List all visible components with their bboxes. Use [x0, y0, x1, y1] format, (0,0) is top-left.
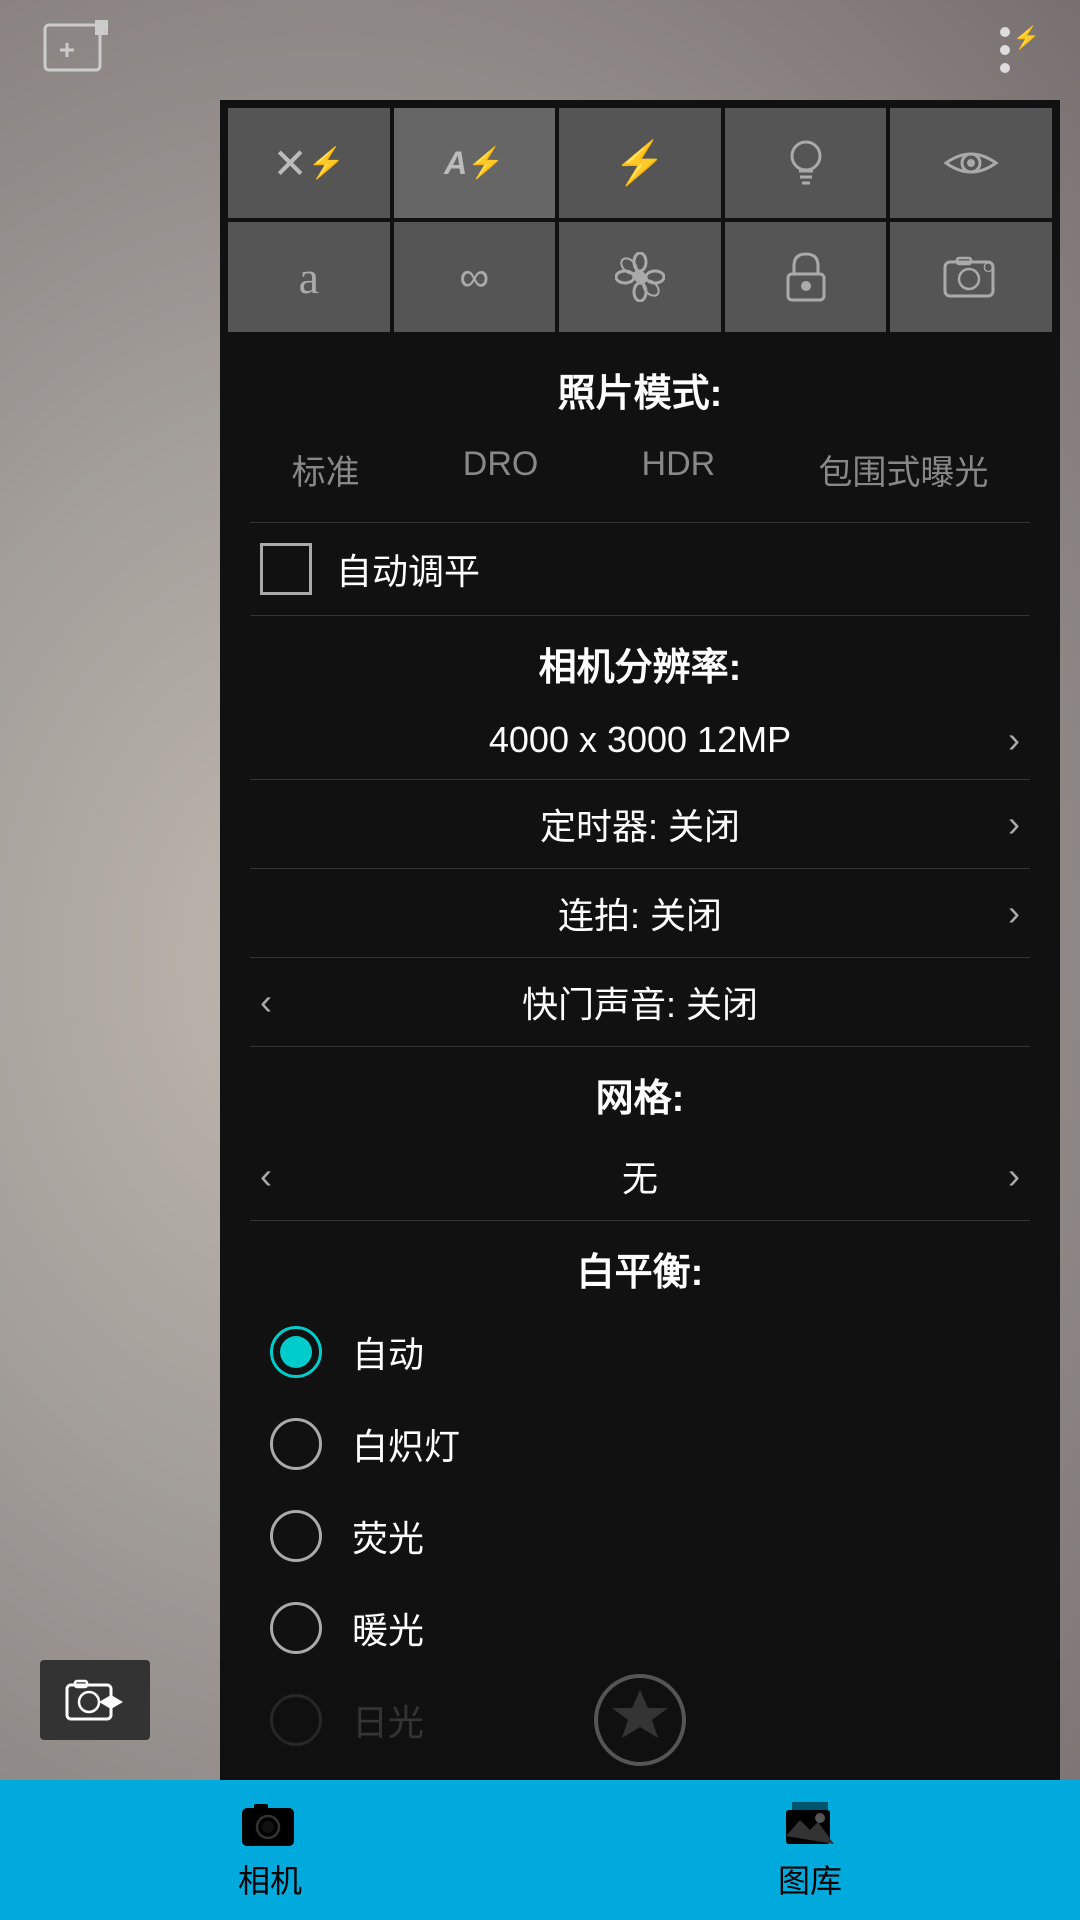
gallery-tab-icon: [782, 1798, 838, 1850]
wb-auto-radio-inner: [280, 1336, 312, 1368]
top-bar: ⚡: [0, 0, 1080, 100]
timer-arrow-right-icon: ›: [1008, 803, 1020, 845]
auto-level-checkbox[interactable]: [260, 543, 312, 595]
burst-row[interactable]: 连拍: 关闭 ›: [220, 869, 1060, 957]
mode-hdr[interactable]: HDR: [626, 437, 732, 502]
wb-incandescent-row[interactable]: 白炽灯: [220, 1398, 1060, 1490]
lightning-badge-icon: ⚡: [1013, 25, 1040, 51]
letter-a-icon: a: [299, 251, 319, 304]
wb-warm-radio[interactable]: [270, 1602, 322, 1654]
menu-dots-button[interactable]: ⚡: [970, 15, 1040, 85]
shutter-sound-row[interactable]: ‹ 快门声音: 关闭: [220, 958, 1060, 1046]
mode-standard[interactable]: 标准: [276, 437, 376, 502]
photo-mode-title: 照片模式:: [220, 332, 1060, 437]
timer-value: 定时器: 关闭: [260, 798, 1020, 850]
gallery-tab-label: 图库: [778, 1856, 842, 1902]
grid-row[interactable]: ‹ 无 ›: [220, 1132, 1060, 1220]
left-panel: [40, 1660, 150, 1740]
camera-c-button[interactable]: C: [890, 222, 1052, 332]
grid-arrow-left-icon[interactable]: ‹: [260, 1155, 272, 1197]
wb-title: 白平衡:: [220, 1221, 1060, 1306]
resolution-value: 4000 x 3000 12MP: [260, 719, 1020, 761]
wb-incandescent-label: 白炽灯: [352, 1418, 460, 1470]
photo-mode-options: 标准 DRO HDR 包围式曝光: [220, 437, 1060, 522]
wb-fluorescent-label: 荧光: [352, 1510, 424, 1562]
add-photo-button[interactable]: [40, 15, 110, 85]
wb-auto-label: 自动: [352, 1326, 424, 1378]
eye-icon: [941, 143, 1001, 183]
mode-bracket[interactable]: 包围式曝光: [802, 437, 1004, 502]
grid-title: 网格:: [220, 1047, 1060, 1132]
camera-tab-icon: [240, 1798, 300, 1850]
lock-icon: [784, 250, 828, 304]
icon-grid-row2: a ∞: [220, 218, 1060, 332]
lock-button[interactable]: [725, 222, 887, 332]
settings-panel: ✕ ⚡ A ⚡ ⚡: [220, 100, 1060, 1780]
mode-dro[interactable]: DRO: [447, 437, 555, 502]
shutter-sound-value: 快门声音: 关闭: [260, 976, 1020, 1028]
wb-auto-radio[interactable]: [270, 1326, 322, 1378]
three-dots-icon: [1000, 27, 1010, 73]
auto-level-row[interactable]: 自动调平: [220, 523, 1060, 615]
shutter-arrow-left-icon[interactable]: ‹: [260, 981, 272, 1023]
eye-button[interactable]: [890, 108, 1052, 218]
bottom-nav-bar: 相机 图库: [0, 1780, 1080, 1920]
svg-text:C: C: [983, 259, 993, 275]
camera-tab[interactable]: 相机: [0, 1798, 540, 1902]
wb-auto-row[interactable]: 自动: [220, 1306, 1060, 1398]
shutter-overlay: [220, 1660, 1060, 1780]
wb-warm-label: 暖光: [352, 1602, 424, 1654]
resolution-title: 相机分辨率:: [220, 616, 1060, 701]
infinity-button[interactable]: ∞: [394, 222, 556, 332]
lightbulb-button[interactable]: [725, 108, 887, 218]
flash-auto-button[interactable]: A ⚡: [394, 108, 556, 218]
wb-fluorescent-row[interactable]: 荧光: [220, 1490, 1060, 1582]
flash-on-icon: ⚡: [614, 139, 666, 188]
flash-off-icon: ✕: [273, 139, 308, 188]
macro-flower-icon: [615, 252, 665, 302]
shutter-icon: [590, 1670, 690, 1770]
resolution-arrow-right-icon: ›: [1008, 719, 1020, 761]
macro-button[interactable]: [559, 222, 721, 332]
flip-camera-icon: [65, 1675, 125, 1725]
burst-arrow-right-icon: ›: [1008, 892, 1020, 934]
flash-auto-icon: A: [444, 145, 467, 182]
burst-value: 连拍: 关闭: [260, 887, 1020, 939]
resolution-row[interactable]: 4000 x 3000 12MP ›: [220, 701, 1060, 779]
flash-auto-lightning-icon: ⚡: [467, 146, 504, 181]
wb-fluorescent-radio[interactable]: [270, 1510, 322, 1562]
timer-row[interactable]: 定时器: 关闭 ›: [220, 780, 1060, 868]
infinity-icon: ∞: [459, 253, 489, 301]
wb-incandescent-radio[interactable]: [270, 1418, 322, 1470]
flash-off-button[interactable]: ✕ ⚡: [228, 108, 390, 218]
icon-grid-row1: ✕ ⚡ A ⚡ ⚡: [220, 100, 1060, 218]
camera-tab-label: 相机: [238, 1856, 302, 1902]
mode-a-button[interactable]: a: [228, 222, 390, 332]
gallery-tab[interactable]: 图库: [540, 1798, 1080, 1902]
lightbulb-icon: [781, 136, 831, 191]
flip-camera-button[interactable]: [40, 1660, 150, 1740]
auto-level-label: 自动调平: [336, 543, 480, 595]
flash-symbol: ⚡: [308, 146, 345, 181]
camera-c-icon: C: [943, 254, 999, 300]
flash-on-button[interactable]: ⚡: [559, 108, 721, 218]
grid-arrow-right-icon: ›: [1008, 1155, 1020, 1197]
grid-value: 无: [260, 1150, 1020, 1202]
